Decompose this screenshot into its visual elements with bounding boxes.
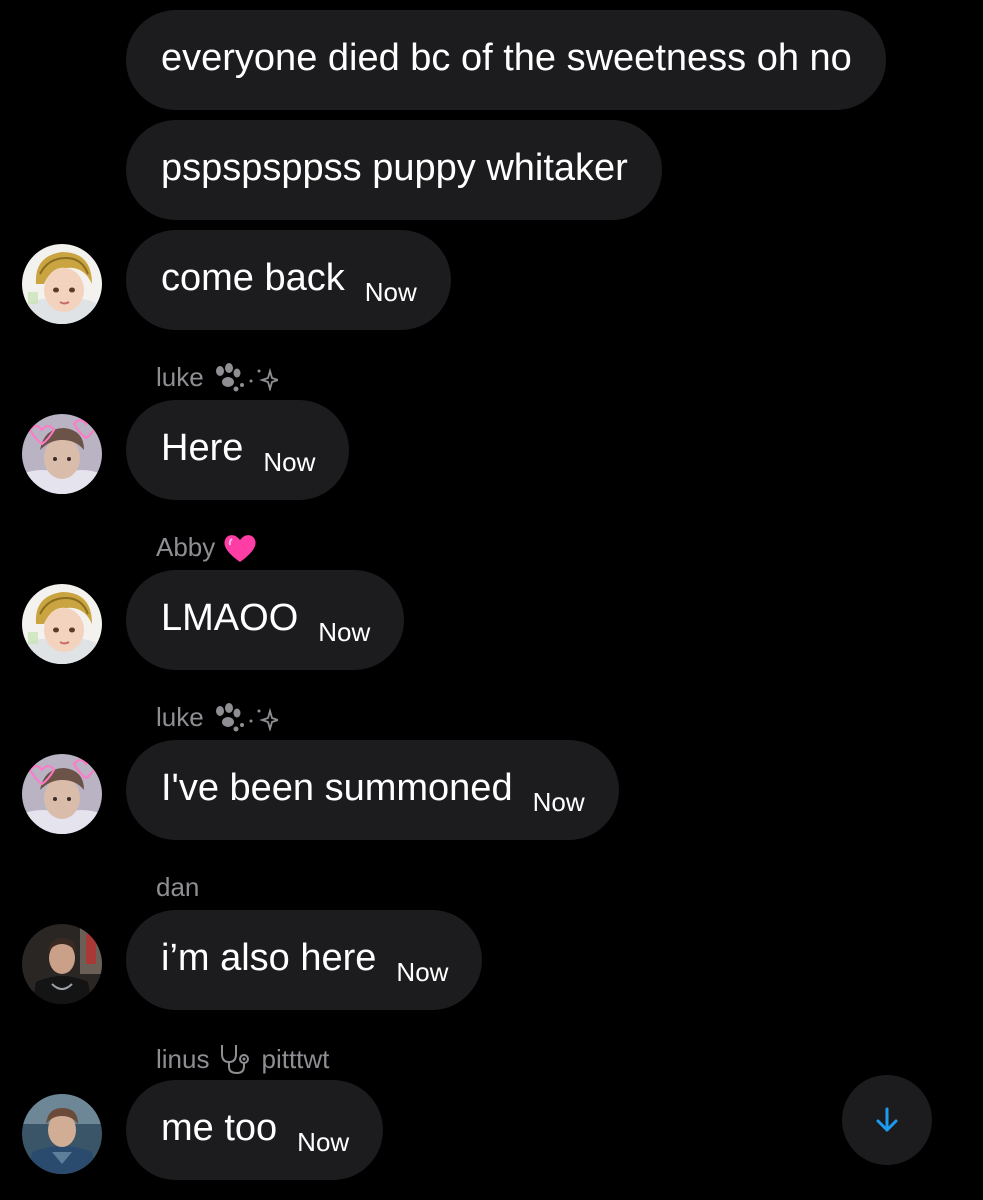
message-bubble[interactable]: I've been summoned Now — [126, 740, 619, 840]
sender-name-row: Abby — [156, 532, 257, 563]
sender-suffix: pitttwt — [261, 1043, 330, 1074]
paw-print-icon — [215, 362, 244, 391]
blue-photo-avatar-image — [22, 1094, 102, 1174]
avatar[interactable] — [22, 584, 102, 664]
sender-name: luke — [156, 362, 204, 392]
sender-name-row: linus pitttwt — [156, 1042, 329, 1076]
blond-anime-avatar-image — [22, 584, 102, 664]
arrow-down-icon — [876, 1107, 898, 1132]
message-timestamp: Now — [364, 276, 417, 307]
message-bubble[interactable]: LMAOO Now — [126, 570, 405, 670]
message-text: everyone died bc of the sweetness oh no — [161, 37, 852, 79]
stethoscope-icon — [221, 1045, 250, 1075]
sparkle-icon — [249, 707, 278, 731]
message-timestamp: Now — [297, 1126, 350, 1157]
pink-hearts-avatar-image — [22, 754, 102, 834]
sender-name-row: luke — [156, 362, 278, 393]
message-text: I've been summoned — [161, 767, 513, 809]
message-bubble[interactable]: come back Now — [126, 230, 451, 330]
sender-name: Abby — [156, 532, 216, 562]
avatar[interactable] — [22, 924, 102, 1004]
avatar[interactable] — [22, 1094, 102, 1174]
message-text: LMAOO — [161, 597, 299, 639]
sender-name: luke — [156, 702, 204, 732]
pink-hearts-avatar-image — [22, 414, 102, 494]
sparkle-icon — [249, 367, 278, 391]
message-timestamp: Now — [532, 786, 585, 817]
sender-decorations — [212, 702, 278, 733]
message-text: i’m also here — [161, 937, 377, 979]
message-text: pspspsppss puppy whitaker — [161, 147, 628, 189]
message-bubble[interactable]: everyone died bc of the sweetness oh no — [126, 10, 886, 110]
avatar[interactable] — [22, 244, 102, 324]
pink-heart-icon — [224, 534, 256, 562]
message-bubble[interactable]: i’m also here Now — [126, 910, 483, 1010]
message-bubble[interactable]: me too Now — [126, 1080, 384, 1180]
sender-name-row: luke — [156, 702, 278, 733]
message-text: Here — [161, 427, 244, 469]
sender-name: linus — [156, 1043, 210, 1074]
paw-print-icon — [215, 702, 244, 731]
message-timestamp: Now — [396, 956, 449, 987]
blond-anime-avatar-image — [22, 244, 102, 324]
message-text: me too — [161, 1107, 278, 1149]
sender-decorations — [217, 1042, 253, 1076]
scroll-to-bottom-button[interactable] — [842, 1075, 932, 1165]
message-timestamp: Now — [263, 446, 316, 477]
message-bubble[interactable]: pspspsppss puppy whitaker — [126, 120, 662, 220]
sender-name-row: dan — [156, 872, 199, 903]
sender-decorations — [223, 533, 257, 563]
sender-decorations — [212, 362, 278, 393]
sender-name: dan — [156, 872, 200, 902]
message-timestamp: Now — [318, 616, 371, 647]
cut-off-content-fragment — [200, 0, 260, 4]
message-bubble[interactable]: Here Now — [126, 400, 350, 500]
avatar[interactable] — [22, 754, 102, 834]
message-text: come back — [161, 257, 345, 299]
avatar[interactable] — [22, 414, 102, 494]
dark-photo-avatar-image — [22, 924, 102, 1004]
